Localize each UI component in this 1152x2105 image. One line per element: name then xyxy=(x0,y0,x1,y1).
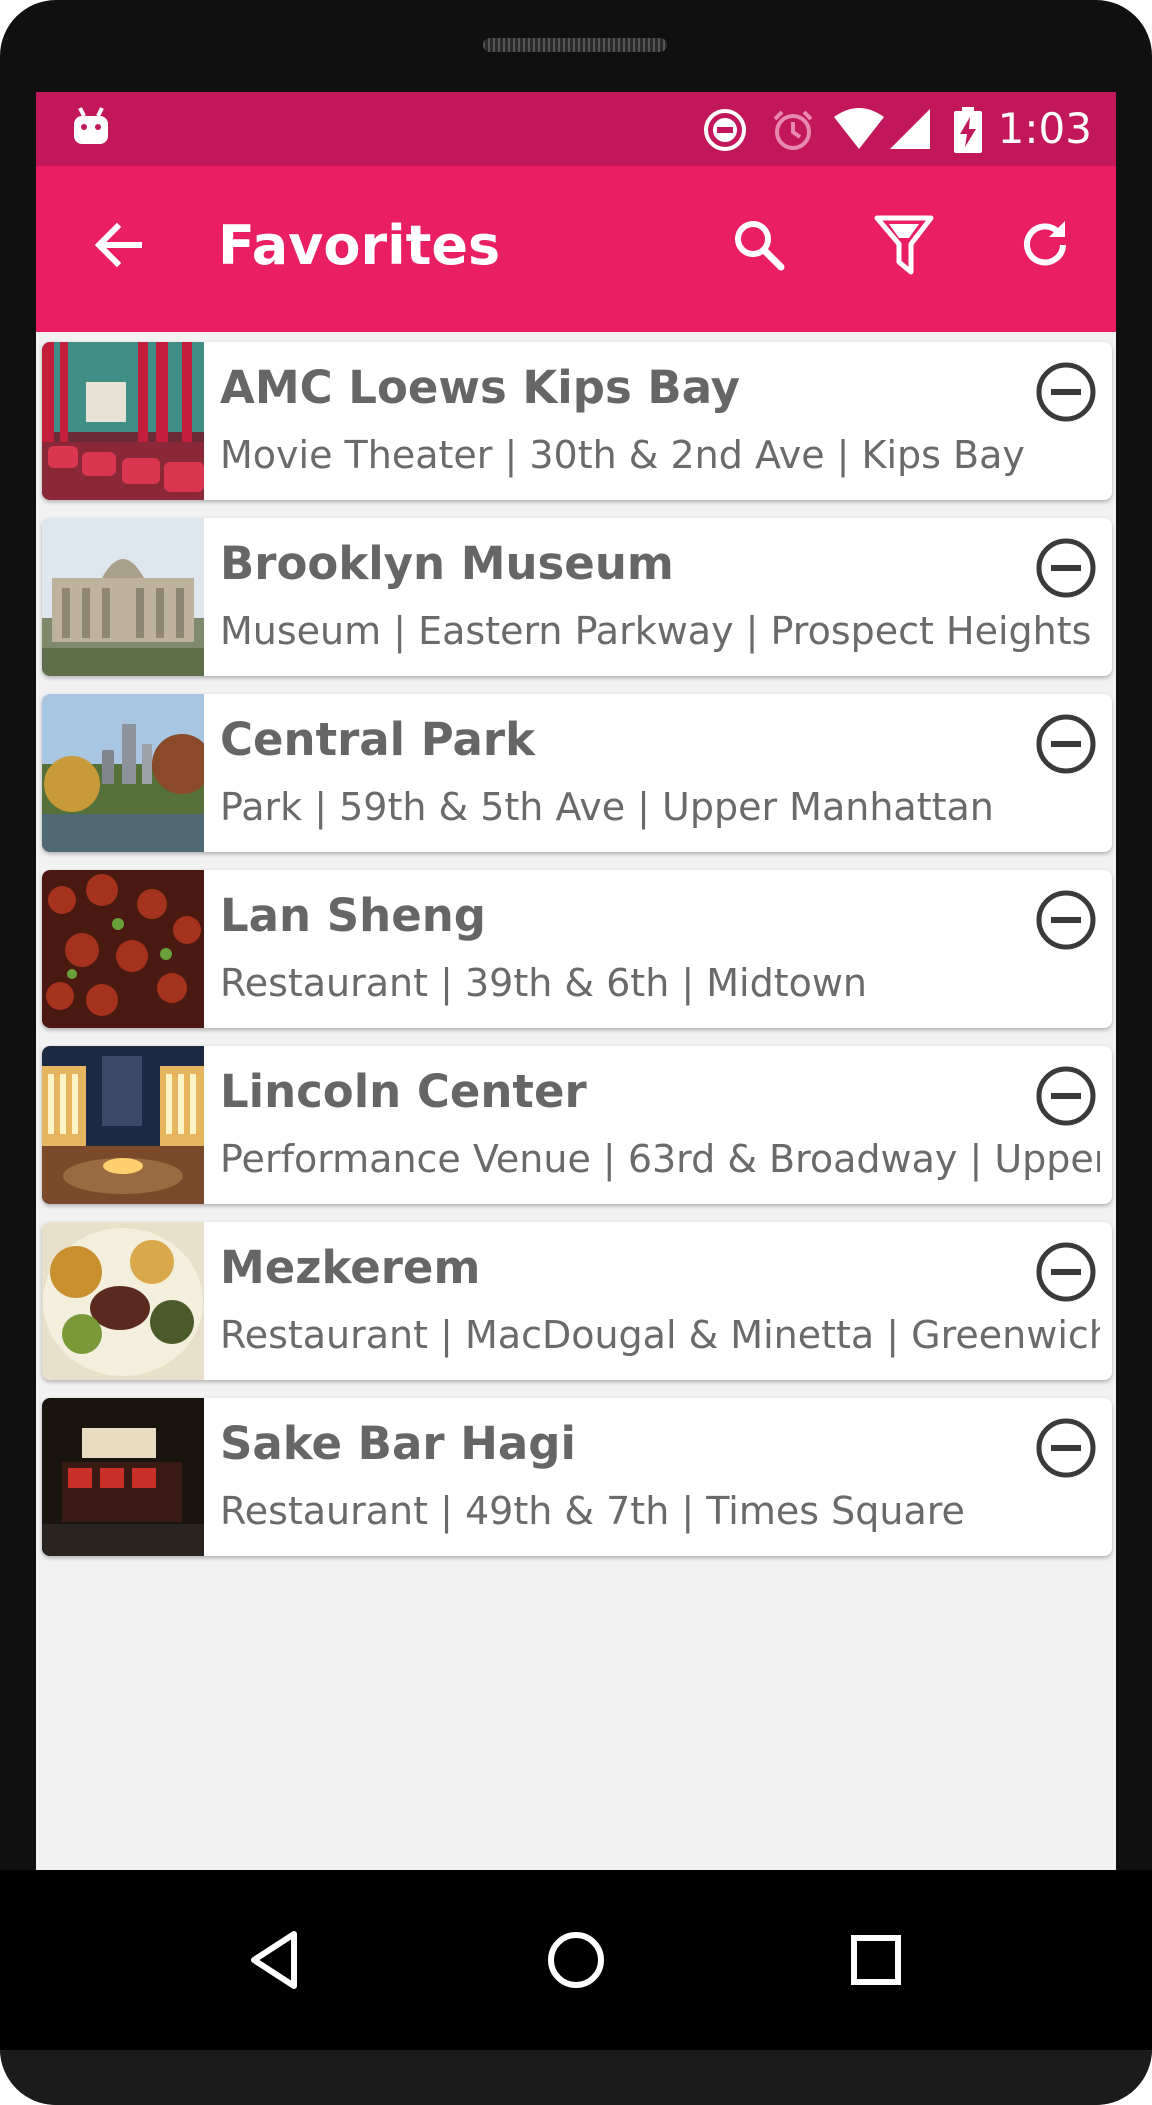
recents-nav-button[interactable] xyxy=(826,1910,926,2010)
remove-favorite-icon[interactable] xyxy=(1034,360,1098,424)
storefront-thumbnail xyxy=(42,1398,204,1556)
search-icon xyxy=(735,221,785,271)
favorite-card[interactable]: AMC Loews Kips Bay Movie Theater | 30th … xyxy=(42,342,1112,500)
wifi-icon xyxy=(834,108,884,149)
food-plate-thumbnail xyxy=(42,1222,204,1380)
food-thumbnail xyxy=(42,870,204,1028)
favorite-details: Restaurant | MacDougal & Minetta | Green… xyxy=(220,1313,1100,1357)
plaza-thumbnail xyxy=(42,1046,204,1204)
status-clock: 1:03 xyxy=(997,104,1092,153)
favorite-name: Sake Bar Hagi xyxy=(220,1417,576,1470)
favorite-details: Restaurant | 49th & 7th | Times Square xyxy=(220,1489,965,1533)
phone-frame: 1:03 Favorites AMC Loews Kips Bay Movie … xyxy=(0,0,1152,2105)
app-screen: 1:03 Favorites AMC Loews Kips Bay Movie … xyxy=(36,92,1116,1870)
status-bar: 1:03 xyxy=(36,92,1116,166)
refresh-button[interactable] xyxy=(1010,210,1080,280)
favorite-card[interactable]: Sake Bar Hagi Restaurant | 49th & 7th | … xyxy=(42,1398,1112,1556)
favorite-card[interactable]: Lincoln Center Performance Venue | 63rd … xyxy=(42,1046,1112,1204)
speaker-grille xyxy=(483,38,667,52)
movie-theater-thumbnail xyxy=(42,342,204,500)
remove-favorite-icon[interactable] xyxy=(1034,1064,1098,1128)
android-notification-icon xyxy=(74,107,108,144)
phone-chin xyxy=(0,2050,1152,2105)
do-not-disturb-icon xyxy=(704,109,746,151)
back-nav-button[interactable] xyxy=(226,1910,326,2010)
app-toolbar: Favorites xyxy=(36,166,1116,332)
favorite-name: Lan Sheng xyxy=(220,889,486,942)
favorite-name: Central Park xyxy=(220,713,535,766)
favorite-details: Movie Theater | 30th & 2nd Ave | Kips Ba… xyxy=(220,433,1025,477)
recents-square-icon xyxy=(851,1935,901,1985)
favorite-details: Performance Venue | 63rd & Broadway | Up… xyxy=(220,1137,1100,1181)
favorite-name: Brooklyn Museum xyxy=(220,537,674,590)
back-arrow-icon xyxy=(94,222,142,268)
museum-thumbnail xyxy=(42,518,204,676)
refresh-icon xyxy=(1024,221,1066,266)
back-triangle-icon xyxy=(251,1931,297,1989)
favorite-name: Lincoln Center xyxy=(220,1065,587,1118)
favorite-card[interactable]: Brooklyn Museum Museum | Eastern Parkway… xyxy=(42,518,1112,676)
favorite-name: AMC Loews Kips Bay xyxy=(220,361,741,414)
remove-favorite-icon[interactable] xyxy=(1034,1416,1098,1480)
filter-button[interactable] xyxy=(869,210,939,280)
filter-icon xyxy=(874,215,934,275)
search-button[interactable] xyxy=(724,210,794,280)
remove-favorite-icon[interactable] xyxy=(1034,536,1098,600)
remove-favorite-icon[interactable] xyxy=(1034,712,1098,776)
remove-favorite-icon[interactable] xyxy=(1034,888,1098,952)
home-circle-icon xyxy=(548,1932,604,1988)
alarm-icon xyxy=(773,110,813,150)
favorite-name: Mezkerem xyxy=(220,1241,481,1294)
system-navigation-bar xyxy=(0,1870,1152,2050)
back-button[interactable] xyxy=(84,210,154,280)
cell-signal-icon xyxy=(890,109,930,149)
battery-charging-icon xyxy=(954,107,982,153)
favorite-details: Museum | Eastern Parkway | Prospect Heig… xyxy=(220,609,1092,653)
favorite-details: Restaurant | 39th & 6th | Midtown xyxy=(220,961,868,1005)
page-title: Favorites xyxy=(218,214,501,277)
favorite-details: Park | 59th & 5th Ave | Upper Manhattan xyxy=(220,785,994,829)
favorite-card[interactable]: Central Park Park | 59th & 5th Ave | Upp… xyxy=(42,694,1112,852)
favorite-card[interactable]: Lan Sheng Restaurant | 39th & 6th | Midt… xyxy=(42,870,1112,1028)
park-thumbnail xyxy=(42,694,204,852)
favorite-card[interactable]: Mezkerem Restaurant | MacDougal & Minett… xyxy=(42,1222,1112,1380)
remove-favorite-icon[interactable] xyxy=(1034,1240,1098,1304)
home-nav-button[interactable] xyxy=(526,1910,626,2010)
